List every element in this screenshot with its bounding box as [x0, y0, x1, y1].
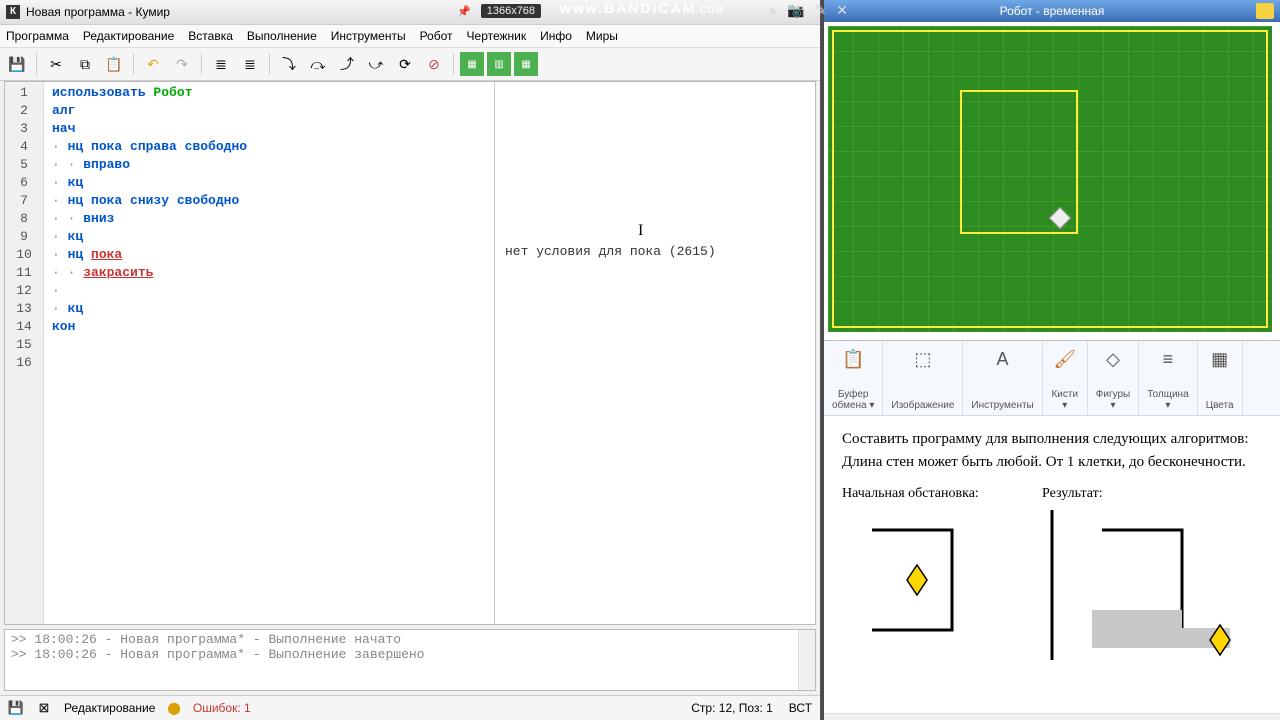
status-position: Стр: 12, Поз: 1	[691, 701, 773, 715]
minimize-icon[interactable]	[1256, 3, 1274, 19]
redo-icon[interactable]: ↷	[169, 51, 195, 77]
menu-Редактирование[interactable]: Редактирование	[83, 29, 174, 43]
indent-icon[interactable]: ≣	[237, 51, 263, 77]
close-icon[interactable]: ✕	[836, 2, 848, 19]
ribbon-Цвета[interactable]: ▦Цвета	[1198, 341, 1243, 415]
output-pane: нет условия для пока (2615)	[495, 82, 815, 624]
outdent-icon[interactable]: ≣	[208, 51, 234, 77]
figure-initial: Начальная обстановка:	[842, 483, 1002, 653]
app-logo-icon: К	[6, 5, 20, 19]
ribbon-Фигуры[interactable]: ◇Фигуры ▾	[1088, 341, 1139, 415]
error-message: нет условия для пока (2615)	[505, 244, 805, 259]
close-status-icon[interactable]: ⊠	[36, 700, 52, 716]
outer-wall	[832, 30, 1268, 328]
grid2-icon[interactable]: ▥	[487, 52, 511, 76]
step-up-icon[interactable]: ⤴	[334, 51, 360, 77]
bandicam-overlay: ≡ 📌 1366x768	[440, 0, 541, 22]
code-editor[interactable]: использовать Роботалгнач· нц пока справа…	[44, 82, 495, 624]
task-text-1: Составить программу для выполнения следу…	[842, 428, 1262, 451]
bandicam-logo: www.BANDICAM.COM	[560, 0, 724, 16]
menu-Программа[interactable]: Программа	[6, 29, 69, 43]
horizontal-scrollbar[interactable]	[824, 713, 1280, 720]
run-icon[interactable]: ⟳	[392, 51, 418, 77]
paint-ribbon: 📋Буфер обмена ▾⬚ИзображениеAИнструменты🖌…	[824, 341, 1280, 416]
statusbar: 💾 ⊠ Редактирование ⬤ Ошибок: 1 Стр: 12, …	[0, 695, 820, 720]
menu-Робот[interactable]: Робот	[420, 29, 453, 43]
menu-Инструменты[interactable]: Инструменты	[331, 29, 406, 43]
ribbon-Толщина[interactable]: ≡Толщина ▾	[1139, 341, 1197, 415]
ribbon-Буфер[interactable]: 📋Буфер обмена ▾	[824, 341, 883, 415]
bandicam-controls: ● 📷 ✎ ✕	[769, 2, 848, 19]
text-cursor-icon: I	[638, 222, 643, 240]
ribbon-Кисти[interactable]: 🖌Кисти ▾	[1043, 341, 1088, 415]
console-line: >> 18:00:26 - Новая программа* - Выполне…	[11, 647, 809, 662]
window-title: Новая программа - Кумир	[26, 5, 170, 19]
status-errors: Ошибок: 1	[193, 701, 251, 715]
step-over-icon[interactable]: ⤼	[305, 51, 331, 77]
editor-area: 12345678910111213141516 использовать Роб…	[4, 81, 816, 625]
undo-icon[interactable]: ↶	[140, 51, 166, 77]
menu-Выполнение[interactable]: Выполнение	[247, 29, 317, 43]
robot-titlebar: Робот - временная	[824, 0, 1280, 22]
camera-icon[interactable]: 📷	[787, 2, 804, 19]
status-insert: ВСТ	[789, 701, 812, 715]
console-line: >> 18:00:26 - Новая программа* - Выполне…	[11, 632, 809, 647]
copy-icon[interactable]: ⧉	[72, 51, 98, 77]
paste-icon[interactable]: 📋	[101, 51, 127, 77]
step-out-icon[interactable]: ⤻	[363, 51, 389, 77]
menu-Чертежник[interactable]: Чертежник	[467, 29, 527, 43]
save-icon[interactable]: 💾	[4, 51, 30, 77]
menubar: Программа Редактирование Вставка Выполнение…	[0, 25, 820, 48]
console-pane: >> 18:00:26 - Новая программа* - Выполне…	[4, 629, 816, 691]
rec-icon[interactable]: ●	[769, 2, 777, 19]
menu-Миры[interactable]: Миры	[586, 29, 618, 43]
robot-window: Робот - временная	[824, 0, 1280, 340]
menu-Вставка[interactable]: Вставка	[188, 29, 233, 43]
robot-field[interactable]	[828, 26, 1272, 332]
toolbar: 💾 ✂ ⧉ 📋 ↶ ↷ ≣ ≣ ⤵ ⤼ ⤴ ⤻ ⟳ ⊘ ▦ ▥ ▦	[0, 48, 820, 81]
save-status-icon[interactable]: 💾	[8, 700, 24, 716]
ribbon-Инструменты[interactable]: AИнструменты	[963, 341, 1042, 415]
status-mode: Редактирование	[64, 701, 155, 715]
scrollbar[interactable]	[798, 630, 815, 690]
recording-resolution: 1366x768	[481, 4, 541, 18]
grid3-icon[interactable]: ▦	[514, 52, 538, 76]
kumir-window: К Новая программа - Кумир Программа Редак…	[0, 0, 821, 720]
task-document: 📋Буфер обмена ▾⬚ИзображениеAИнструменты🖌…	[824, 340, 1280, 720]
line-gutter: 12345678910111213141516	[5, 82, 44, 624]
step-in-icon[interactable]: ⤵	[276, 51, 302, 77]
task-text-2: Длина стен может быть любой. От 1 клетки…	[842, 451, 1262, 474]
edit-icon[interactable]: ✎	[815, 2, 827, 19]
stop-icon[interactable]: ⊘	[421, 51, 447, 77]
ribbon-Изображение[interactable]: ⬚Изображение	[883, 341, 963, 415]
menu-Инфо[interactable]: Инфо	[540, 29, 572, 43]
figure-result: Результат:	[1042, 483, 1202, 653]
cut-icon[interactable]: ✂	[43, 51, 69, 77]
grid1-icon[interactable]: ▦	[460, 52, 484, 76]
